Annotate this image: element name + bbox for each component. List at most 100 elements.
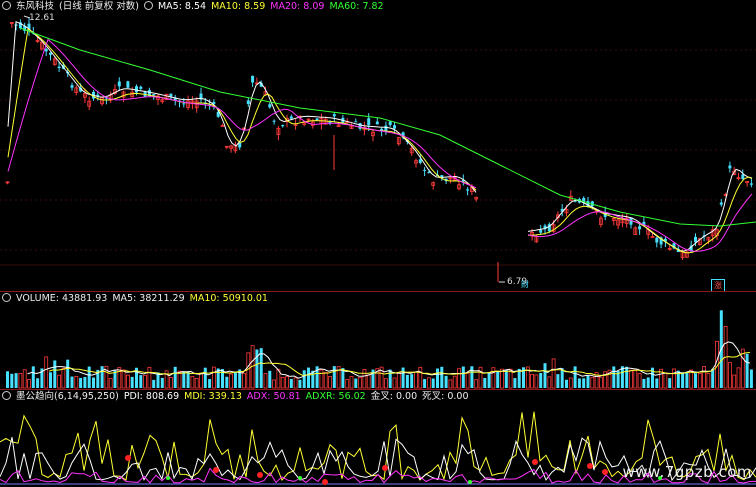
volume-bar — [31, 366, 35, 388]
volume-bar — [573, 366, 577, 388]
candle — [719, 202, 723, 205]
volume-bar — [83, 377, 87, 388]
candle — [44, 48, 48, 52]
volume-bar — [457, 368, 461, 389]
volume-bar — [160, 377, 164, 388]
ma20-readout: MA20: 8.09 — [270, 1, 325, 12]
candle — [694, 236, 697, 243]
mdi-readout: MDI: 339.13 — [184, 391, 242, 402]
volume-readout: VOLUME: 43881.93 — [16, 293, 108, 304]
candle — [139, 86, 143, 89]
volume-bar — [113, 370, 117, 388]
volume-menu-icon[interactable] — [2, 293, 11, 302]
cai-tag[interactable]: 财 — [519, 279, 531, 290]
volume-bar — [633, 369, 638, 389]
candle — [70, 85, 74, 88]
volume-bar — [70, 376, 74, 388]
candle — [169, 93, 173, 97]
stock-name: 东风科技 — [16, 1, 55, 12]
candlestick-chart[interactable] — [0, 0, 756, 292]
volume-bar — [246, 352, 251, 389]
volume-chart[interactable] — [0, 292, 756, 390]
candle — [741, 174, 745, 179]
candle — [354, 121, 358, 123]
watermark: www.7gpzb.com — [622, 463, 752, 481]
volume-ma5-readout: MA5: 38211.29 — [112, 293, 185, 304]
candle — [388, 121, 392, 126]
volume-bar — [517, 368, 521, 388]
volume-bar — [637, 372, 642, 389]
volume-bar — [401, 367, 405, 388]
volume-bar — [431, 378, 435, 388]
price-header: 东风科技 (日线 前复权 对数) MA5: 8.54 MA10: 8.59 MA20: … — [0, 0, 389, 14]
volume-bar — [487, 372, 491, 388]
volume-bar — [582, 378, 586, 388]
indicator-name: 墨公趋向(6,14,95,250) — [16, 391, 119, 402]
volume-bar — [173, 366, 177, 388]
candle — [367, 118, 371, 126]
candle — [268, 104, 272, 108]
volume-bar — [307, 367, 310, 388]
signal-marker — [602, 469, 608, 475]
candle — [332, 114, 336, 117]
volume-bar — [749, 369, 753, 388]
volume-bar — [211, 366, 216, 389]
panel-menu-icon[interactable] — [2, 1, 11, 10]
golden-cross-readout: 金叉: 0.00 — [370, 391, 418, 402]
volume-bar — [362, 369, 367, 389]
candle — [384, 125, 388, 131]
volume-bar — [452, 375, 457, 389]
volume-bar — [672, 368, 676, 389]
volume-bar — [539, 372, 543, 388]
adx-readout: ADX: 50.81 — [246, 391, 301, 402]
volume-bar — [461, 366, 465, 388]
volume-bar — [53, 360, 57, 388]
volume-ma10-readout: MA10: 50910.01 — [189, 293, 268, 304]
volume-bar — [366, 374, 371, 389]
signal-marker — [125, 455, 131, 461]
volume-panel[interactable]: VOLUME: 43881.93 MA5: 38211.29 MA10: 50910… — [0, 292, 756, 390]
volume-bar — [483, 377, 487, 388]
volume-bar — [332, 366, 336, 388]
volume-bar — [289, 379, 293, 388]
volume-bar — [143, 374, 148, 389]
candle — [135, 86, 138, 93]
volume-bar — [655, 378, 659, 388]
volume-bar — [728, 362, 732, 389]
volume-bar — [586, 375, 590, 388]
candle — [427, 172, 431, 174]
candle — [182, 103, 186, 105]
volume-bar — [345, 379, 350, 389]
volume-bar — [66, 359, 70, 388]
candle — [539, 229, 543, 233]
volume-bar — [323, 372, 328, 389]
volume-bar — [14, 373, 18, 388]
volume-bar — [599, 376, 603, 389]
volume-bar — [233, 371, 237, 388]
volume-bar — [10, 373, 14, 388]
indicator-panel-menu-icon[interactable] — [2, 391, 11, 400]
volume-bar — [470, 366, 474, 388]
volume-bar — [285, 376, 289, 389]
volume-bar — [625, 366, 629, 388]
volume-bar — [418, 366, 423, 389]
volume-bar — [543, 363, 547, 388]
volume-bar — [126, 374, 130, 389]
ma10-readout: MA10: 8.59 — [211, 1, 266, 12]
ma5-readout: MA5: 8.54 — [157, 1, 207, 12]
volume-bar — [491, 367, 496, 389]
volume-bar — [139, 375, 143, 388]
candle — [272, 120, 276, 122]
indicator-menu-icon[interactable] — [143, 1, 153, 10]
signal-marker — [213, 467, 219, 473]
volume-bar — [474, 379, 479, 389]
volume-bar — [92, 377, 95, 388]
volume-bar — [263, 373, 268, 389]
indicator-panel[interactable]: 墨公趋向(6,14,95,250) PDI: 808.69 MDI: 339.13 A… — [0, 390, 756, 487]
price-panel[interactable]: 东风科技 (日线 前复权 对数) MA5: 8.54 MA10: 8.59 MA20: … — [0, 0, 756, 292]
volume-bar — [302, 370, 306, 388]
candle — [251, 75, 255, 83]
candle — [466, 189, 470, 191]
volume-bar — [186, 371, 190, 388]
volume-bar — [732, 374, 737, 389]
